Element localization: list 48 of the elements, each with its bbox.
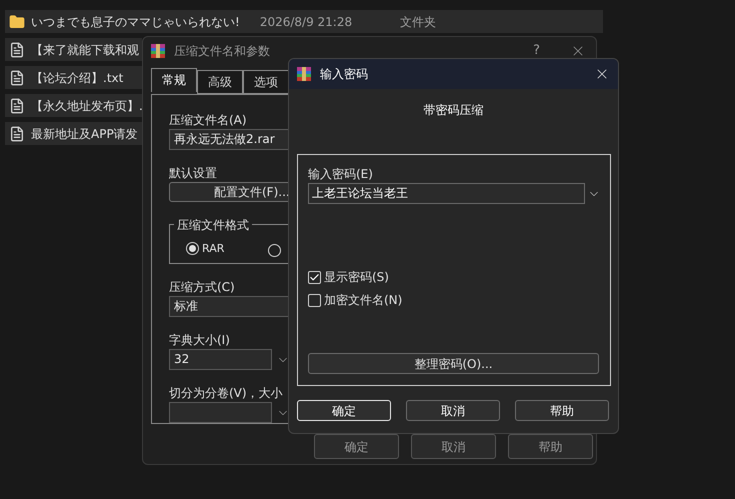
dialog-button[interactable]: 确定 — [297, 400, 391, 421]
password-field[interactable]: 上老王论坛当老王 — [308, 183, 585, 204]
field-label: 压缩方式(C) — [169, 279, 235, 296]
document-icon — [9, 98, 25, 114]
tab[interactable]: 常规 — [151, 68, 197, 92]
file-row[interactable]: いつまでも息子のママじゃいられない! 2026/8/9 21:28 文件夹 — [5, 10, 603, 33]
radio-button[interactable] — [268, 244, 282, 257]
checkbox[interactable] — [308, 294, 321, 306]
window-title: 压缩文件名和参数 — [174, 42, 270, 60]
dialog-heading: 带密码压缩 — [424, 102, 484, 119]
help-button[interactable]: ? — [533, 40, 540, 60]
file-name: 【永久地址发布页】. — [31, 98, 143, 114]
dialog-button[interactable]: 确定 — [314, 434, 399, 459]
file-row[interactable]: 【永久地址发布页】. — [5, 94, 142, 117]
file-row[interactable]: 【来了就能下载和观 — [5, 38, 142, 61]
file-row[interactable]: 【论坛介绍】.txt — [5, 66, 142, 89]
document-icon — [9, 42, 25, 58]
dictionary-select[interactable]: 32 — [169, 349, 272, 370]
dialog-button[interactable]: 帮助 — [515, 400, 609, 421]
winrar-icon — [150, 42, 166, 58]
file-type: 文件夹 — [400, 14, 436, 30]
tab[interactable]: 高级 — [197, 70, 243, 94]
tab[interactable]: 选项 — [243, 70, 289, 94]
folder-icon — [9, 14, 25, 30]
file-name: 【论坛介绍】.txt — [31, 70, 124, 86]
group-label: 压缩文件格式 — [174, 216, 252, 234]
checkbox-label: 显示密码(S) — [324, 269, 389, 286]
field-label: 切分为分卷(V)，大小 — [169, 385, 283, 402]
organize-passwords-button[interactable]: 整理密码(O)... — [308, 353, 599, 374]
winrar-icon — [296, 66, 312, 82]
dialog-button[interactable]: 取消 — [411, 434, 496, 459]
field-label: 字典大小(I) — [169, 332, 230, 349]
file-date: 2026/8/9 21:28 — [260, 14, 352, 30]
window-title: 输入密码 — [320, 66, 368, 83]
radio-label: RAR — [202, 240, 224, 256]
field-label: 输入密码(E) — [308, 166, 373, 183]
dialog-button[interactable]: 帮助 — [508, 434, 593, 459]
field-label: 默认设置 — [169, 165, 217, 182]
dialog-button[interactable]: 取消 — [406, 400, 500, 421]
document-icon — [9, 126, 25, 142]
radio-button[interactable] — [186, 242, 199, 256]
checkbox[interactable] — [308, 270, 321, 284]
document-icon — [9, 70, 25, 86]
file-name: いつまでも息子のママじゃいられない! — [31, 14, 240, 30]
file-name: 【来了就能下载和观 — [31, 42, 139, 58]
field-label: 压缩文件名(A) — [169, 112, 247, 129]
file-row[interactable]: 最新地址及APP请发 — [5, 122, 142, 145]
file-name: 最新地址及APP请发 — [31, 126, 138, 142]
